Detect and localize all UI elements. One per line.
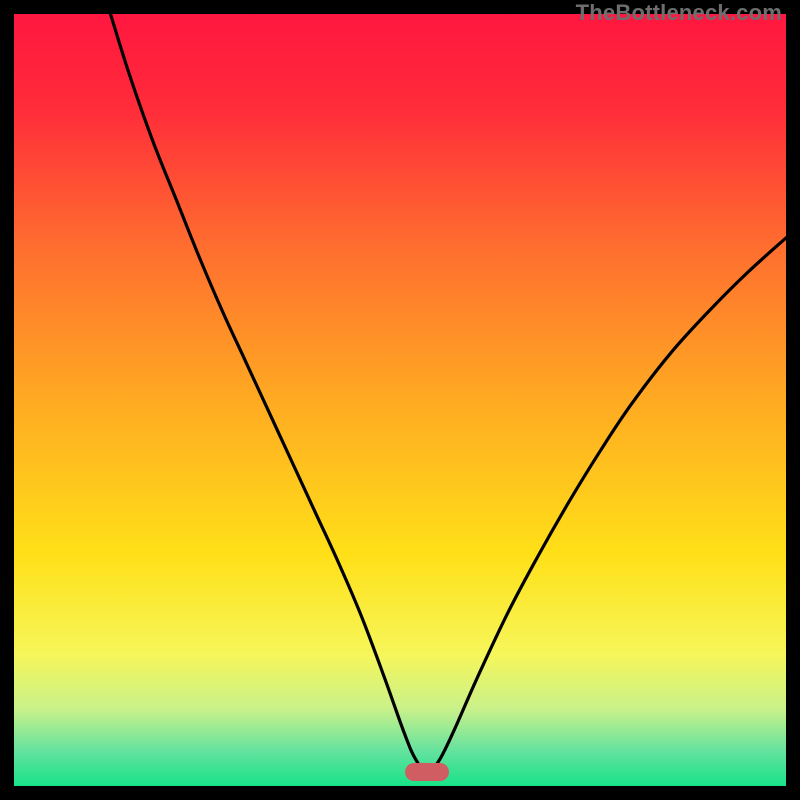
chart-area bbox=[14, 14, 786, 786]
watermark-text: TheBottleneck.com bbox=[576, 0, 782, 26]
gradient-background bbox=[14, 14, 786, 786]
bottleneck-plot bbox=[14, 14, 786, 786]
optimum-marker bbox=[405, 763, 449, 781]
